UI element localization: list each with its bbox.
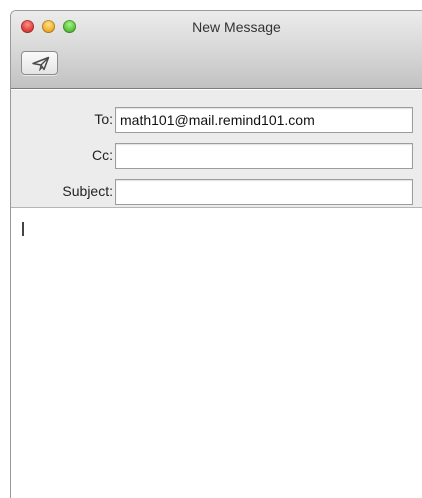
message-body[interactable]	[11, 209, 422, 498]
to-row: To: math101@mail.remind101.com	[11, 107, 422, 133]
title-bar: New Message	[11, 11, 422, 89]
subject-label: Subject:	[62, 183, 113, 199]
text-cursor	[22, 222, 24, 236]
message-header-fields: To: math101@mail.remind101.com Cc: Subje…	[11, 90, 422, 208]
compose-window: New Message To: math101@mail.remind101.c…	[10, 10, 422, 498]
cc-field[interactable]	[115, 143, 413, 169]
send-icon	[32, 56, 50, 71]
subject-row: Subject:	[11, 179, 422, 205]
cc-label: Cc:	[92, 147, 113, 163]
subject-field[interactable]	[115, 179, 413, 205]
to-field[interactable]: math101@mail.remind101.com	[115, 107, 413, 133]
send-button[interactable]	[21, 51, 58, 75]
to-label: To:	[94, 111, 113, 127]
cc-row: Cc:	[11, 143, 422, 169]
window-title: New Message	[192, 19, 281, 35]
